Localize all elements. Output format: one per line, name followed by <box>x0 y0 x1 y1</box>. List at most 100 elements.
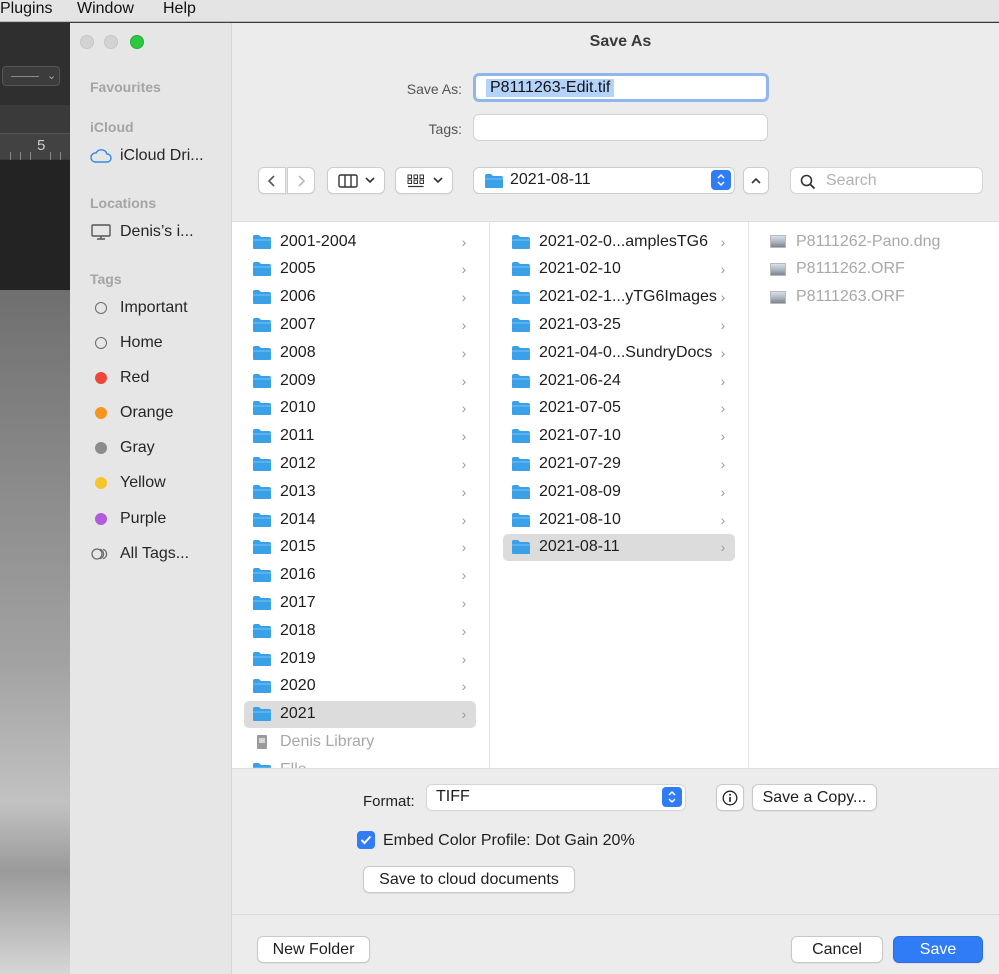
group-by-button[interactable] <box>395 167 453 194</box>
menu-plugins[interactable]: Plugins <box>0 0 52 17</box>
chevron-right-icon: › <box>720 483 726 500</box>
folder-row[interactable]: 2014 › <box>244 506 476 533</box>
save-button[interactable]: Save <box>893 936 983 963</box>
folder-row[interactable]: 2020 › <box>244 673 476 700</box>
zoom-window-button[interactable] <box>130 35 144 49</box>
sidebar-item-icloud-drive[interactable]: iCloud Dri... <box>90 143 230 169</box>
folder-icon <box>253 484 271 499</box>
folder-name: 2014 <box>280 510 316 528</box>
folder-row[interactable]: 2021-03-25 › <box>503 311 735 338</box>
folder-row[interactable]: 2021-07-10 › <box>503 423 735 450</box>
folder-row[interactable]: 2015 › <box>244 534 476 561</box>
background-dropdown[interactable]: ⌄ <box>2 66 60 86</box>
chevron-right-icon: › <box>461 678 467 695</box>
folder-row[interactable]: 2012 › <box>244 450 476 477</box>
chevron-right-icon: › <box>720 289 726 306</box>
folder-row[interactable]: 2021-08-10 › <box>503 506 735 533</box>
save-to-cloud-button[interactable]: Save to cloud documents <box>363 866 575 893</box>
file-row[interactable]: P8111262-Pano.dng <box>770 228 990 255</box>
path-popup[interactable]: 2021-08-11 <box>473 167 735 194</box>
folder-row[interactable]: 2021-06-24 › <box>503 367 735 394</box>
chevron-right-icon: › <box>461 706 467 723</box>
tags-field[interactable] <box>473 114 768 141</box>
folder-row[interactable]: 2021-07-05 › <box>503 395 735 422</box>
folder-row[interactable]: 2006 › <box>244 284 476 311</box>
sidebar-tag-yellow[interactable]: Yellow <box>90 470 230 496</box>
filename-field[interactable]: P8111263-Edit.tif <box>473 73 769 102</box>
chevron-right-icon: › <box>720 261 726 278</box>
folder-row[interactable]: Elle... <box>244 756 476 768</box>
folder-icon <box>512 429 530 444</box>
background-toolbar: ⌄ <box>0 23 70 105</box>
library-row[interactable]: Denis Library <box>244 728 476 755</box>
file-row[interactable]: P8111262.ORF <box>770 256 990 283</box>
folder-row[interactable]: 2021 › <box>244 700 476 728</box>
grid-icon <box>407 174 424 187</box>
folder-row[interactable]: 2016 › <box>244 562 476 589</box>
browser-column-1: 2001-2004 › 2005 › 2006 › 2007 › 2008 › 2009 › 2010 ›… <box>232 222 490 768</box>
folder-name: 2021-06-24 <box>539 371 621 389</box>
chevron-down-icon <box>432 177 443 184</box>
image-file-icon <box>770 262 786 276</box>
folder-icon <box>253 429 271 444</box>
folder-row[interactable]: 2021-02-1...yTG6Images › <box>503 284 735 311</box>
embed-color-profile-checkbox[interactable] <box>357 831 375 849</box>
view-columns-button[interactable] <box>327 167 385 194</box>
folder-row[interactable]: 2017 › <box>244 589 476 616</box>
folder-row[interactable]: 2007 › <box>244 311 476 338</box>
sidebar-item-computer[interactable]: Denis’s i... <box>90 219 230 245</box>
folder-row[interactable]: 2011 › <box>244 423 476 450</box>
library-icon <box>257 734 267 749</box>
column-browser: 2001-2004 › 2005 › 2006 › 2007 › 2008 › 2009 › 2010 ›… <box>232 221 999 769</box>
folder-row[interactable]: 2005 › <box>244 256 476 283</box>
folder-row[interactable]: 2021-07-29 › <box>503 450 735 477</box>
sidebar-tag-purple[interactable]: Purple <box>90 506 230 532</box>
sidebar-all-tags[interactable]: All Tags... <box>90 541 230 567</box>
folder-name: 2021-02-1...yTG6Images <box>539 288 717 306</box>
folder-row[interactable]: 2021-04-0...SundryDocs › <box>503 339 735 366</box>
folder-name: 2021-08-10 <box>539 510 621 528</box>
folder-row[interactable]: 2018 › <box>244 617 476 644</box>
search-field[interactable]: Search <box>790 167 983 194</box>
computer-icon <box>90 224 112 240</box>
new-folder-button[interactable]: New Folder <box>257 936 370 963</box>
sidebar-tag-gray[interactable]: Gray <box>90 435 230 461</box>
cancel-button[interactable]: Cancel <box>791 936 883 963</box>
folder-name: 2012 <box>280 454 316 472</box>
folder-row[interactable]: 2008 › <box>244 339 476 366</box>
folder-row[interactable]: 2021-08-11 › <box>503 533 735 561</box>
folder-row[interactable]: 2021-08-09 › <box>503 478 735 505</box>
folder-row[interactable]: 2013 › <box>244 478 476 505</box>
folder-row[interactable]: 2009 › <box>244 367 476 394</box>
sidebar-tag-home[interactable]: Home <box>90 330 230 356</box>
forward-button[interactable] <box>287 167 315 194</box>
format-popup[interactable]: TIFF <box>426 784 686 811</box>
folder-icon <box>253 762 271 768</box>
all-tags-icon <box>90 548 112 560</box>
expand-collapse-button[interactable] <box>743 167 769 194</box>
sidebar-header-favourites: Favourites <box>90 79 161 95</box>
menu-help[interactable]: Help <box>163 0 196 17</box>
sidebar-header-icloud: iCloud <box>90 119 134 135</box>
close-window-button[interactable] <box>80 35 94 49</box>
sidebar-tag-orange[interactable]: Orange <box>90 400 230 426</box>
sidebar-item-label: Yellow <box>120 474 166 491</box>
info-button[interactable] <box>716 784 744 811</box>
folder-icon <box>485 174 503 188</box>
folder-row[interactable]: 2021-02-0...amplesTG6 › <box>503 228 735 255</box>
save-a-copy-button[interactable]: Save a Copy... <box>752 784 877 811</box>
back-button[interactable] <box>258 167 286 194</box>
sidebar-tag-red[interactable]: Red <box>90 365 230 391</box>
file-row[interactable]: P8111263.ORF <box>770 284 990 311</box>
folder-row[interactable]: 2001-2004 › <box>244 228 476 255</box>
embed-color-profile-label: Embed Color Profile: Dot Gain 20% <box>383 832 635 849</box>
folder-row[interactable]: 2010 › <box>244 395 476 422</box>
folder-row[interactable]: 2021-02-10 › <box>503 256 735 283</box>
ruler-number: 5 <box>37 137 46 154</box>
minimize-window-button[interactable] <box>104 35 118 49</box>
sidebar-tag-important[interactable]: Important <box>90 295 230 321</box>
chevron-right-icon: › <box>720 539 726 556</box>
menu-window[interactable]: Window <box>77 0 134 17</box>
folder-row[interactable]: 2019 › <box>244 645 476 672</box>
info-icon <box>722 790 738 805</box>
